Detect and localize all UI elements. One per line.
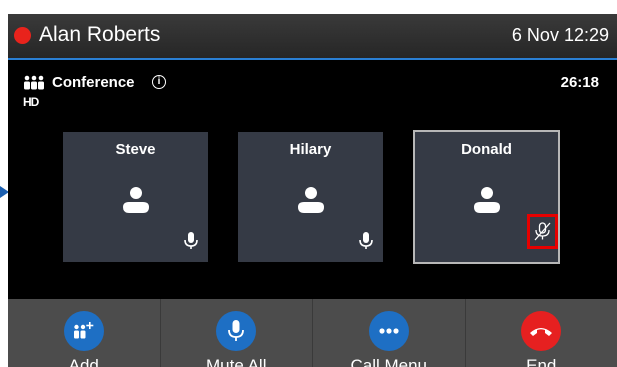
- phone-screen: Alan Roberts 6 Nov 12:29 Conference i HD…: [8, 14, 617, 367]
- muted-indicator-highlight: [527, 214, 558, 249]
- info-icon[interactable]: i: [152, 75, 166, 89]
- participant-name: Steve: [115, 141, 156, 158]
- presence-status-icon: [14, 27, 31, 44]
- softkey-label: End: [526, 356, 557, 367]
- microphone-icon: [216, 311, 257, 351]
- softkey-bar: Add Mute All Call Menu End: [8, 299, 617, 367]
- microphone-icon: [184, 232, 198, 249]
- participant-name: Donald: [461, 141, 512, 158]
- end-call-button[interactable]: End: [466, 299, 617, 367]
- mic-muted-icon: [534, 222, 551, 241]
- softkey-label: Mute All: [206, 356, 267, 367]
- conference-icon: [24, 75, 44, 90]
- person-icon: [297, 187, 324, 213]
- call-type-label: Conference: [52, 74, 135, 91]
- status-header: Alan Roberts 6 Nov 12:29: [8, 14, 617, 60]
- hd-badge: HD: [23, 95, 39, 109]
- call-menu-button[interactable]: Call Menu: [313, 299, 466, 367]
- person-icon: [122, 187, 149, 213]
- person-icon: [473, 187, 500, 213]
- more-icon: [368, 311, 409, 351]
- softkey-label: Call Menu: [350, 356, 428, 367]
- participant-tile-donald[interactable]: Donald: [413, 130, 560, 264]
- add-participant-icon: [63, 311, 104, 351]
- end-call-icon: [521, 311, 562, 351]
- add-button[interactable]: Add: [8, 299, 161, 367]
- participant-tile-steve[interactable]: Steve: [63, 132, 208, 262]
- participant-tile-hilary[interactable]: Hilary: [238, 132, 383, 262]
- participant-name: Hilary: [289, 141, 332, 158]
- microphone-icon: [359, 232, 373, 249]
- softkey-label: Add: [68, 356, 99, 367]
- date-time: 6 Nov 12:29: [511, 25, 609, 45]
- user-name: Alan Roberts: [39, 23, 161, 46]
- mute-all-button[interactable]: Mute All: [161, 299, 313, 367]
- call-timer: 26:18: [560, 74, 599, 91]
